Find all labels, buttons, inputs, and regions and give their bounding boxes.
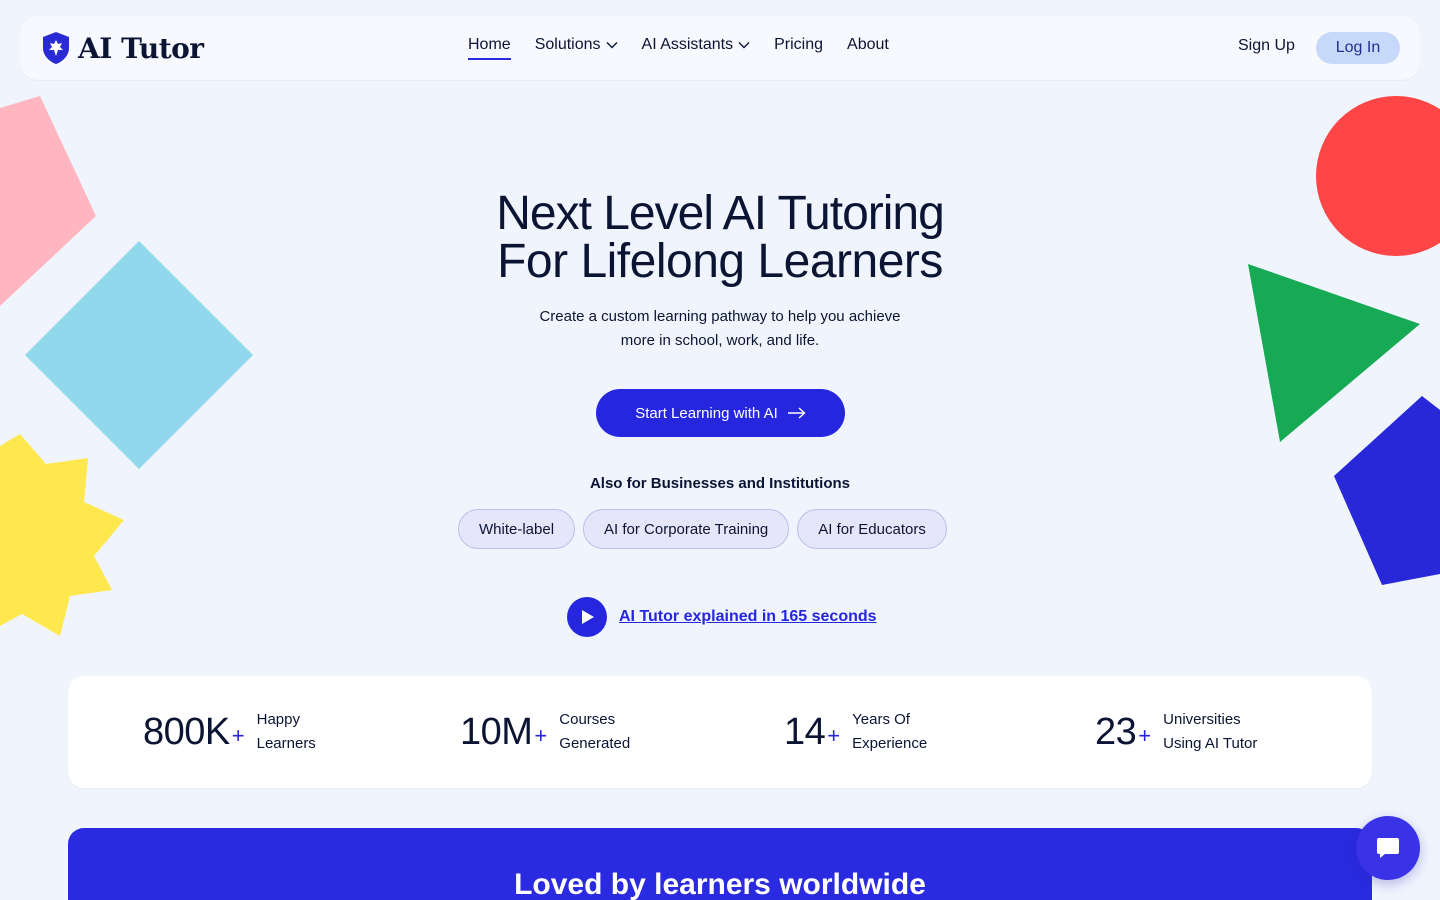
stat-label-line2: Generated <box>559 735 631 752</box>
hero-subtitle-line1: Create a custom learning pathway to help… <box>539 308 901 325</box>
nav-ai-assistants-label: AI Assistants <box>641 36 734 53</box>
stat-plus: + <box>231 723 245 748</box>
main-nav: Home Solutions AI Assistants Pricing Abo… <box>468 36 913 60</box>
audience-pills: White-label AI for Corporate Training AI… <box>458 509 955 549</box>
stat-label: Years Of Experience <box>852 708 927 756</box>
pill-educators[interactable]: AI for Educators <box>797 509 947 549</box>
nav-ai-assistants[interactable]: AI Assistants <box>642 36 751 54</box>
hero-subtitle-line2: more in school, work, and life. <box>620 332 820 349</box>
pill-corporate-training[interactable]: AI for Corporate Training <box>583 509 790 549</box>
logo-text: AI Tutor <box>78 31 204 65</box>
log-in-button[interactable]: Log In <box>1316 32 1400 64</box>
explainer-video-label[interactable]: AI Tutor explained in 165 seconds <box>619 608 877 626</box>
stat-label-line2: Experience <box>852 735 928 752</box>
hero-subtitle: Create a custom learning pathway to help… <box>500 305 940 353</box>
stat-value: 10M <box>460 710 533 753</box>
stat-label: Happy Learners <box>257 708 316 756</box>
businesses-heading: Also for Businesses and Institutions <box>589 475 851 492</box>
nav-about[interactable]: About <box>847 36 889 54</box>
testimonials-title: Loved by learners worldwide <box>514 868 926 900</box>
pill-white-label[interactable]: White-label <box>458 509 576 549</box>
chevron-down-icon <box>738 42 750 49</box>
nav-home[interactable]: Home <box>468 36 511 60</box>
stat-label-line1: Courses <box>559 711 616 728</box>
stat-label-line2: Using AI Tutor <box>1163 735 1258 752</box>
stat-value: 14 <box>784 710 826 753</box>
play-icon[interactable] <box>567 597 607 637</box>
stat-label-line1: Happy <box>256 711 300 728</box>
top-navbar: AI Tutor Home Solutions AI Assistants Pr… <box>20 16 1420 80</box>
nav-pricing[interactable]: Pricing <box>774 36 823 54</box>
nav-solutions[interactable]: Solutions <box>535 36 618 54</box>
testimonials-banner: Loved by learners worldwide <box>68 828 1372 900</box>
stat-courses: 10M + Courses Generated <box>460 708 630 756</box>
chat-widget-button[interactable] <box>1356 816 1420 880</box>
sign-up-link[interactable]: Sign Up <box>1238 37 1295 55</box>
start-learning-button[interactable]: Start Learning with AI <box>596 389 845 437</box>
stat-label: Universities Using AI Tutor <box>1163 708 1257 756</box>
stat-learners: 800K + Happy Learners <box>143 708 316 756</box>
shield-logo-icon <box>43 32 69 64</box>
chat-bubble-icon <box>1377 838 1399 858</box>
start-learning-label: Start Learning with AI <box>635 404 778 422</box>
stat-plus: + <box>1138 723 1152 748</box>
stat-plus: + <box>827 723 841 748</box>
explainer-video-link[interactable]: AI Tutor explained in 165 seconds <box>567 597 877 637</box>
hero-title-line2: For Lifelong Learners <box>497 235 943 288</box>
stat-value: 23 <box>1095 710 1137 753</box>
stat-value: 800K <box>143 710 230 753</box>
stat-label: Courses Generated <box>559 708 630 756</box>
nav-pricing-label: Pricing <box>774 36 824 53</box>
arrow-right-icon <box>787 407 806 419</box>
nav-solutions-label: Solutions <box>534 36 601 53</box>
nav-about-label: About <box>847 36 889 53</box>
stats-card: 800K + Happy Learners 10M + Courses Gene… <box>68 676 1372 788</box>
stat-universities: 23 + Universities Using AI Tutor <box>1095 708 1257 756</box>
logo[interactable]: AI Tutor <box>40 31 204 65</box>
stat-plus: + <box>534 723 548 748</box>
stat-years: 14 + Years Of Experience <box>784 708 927 756</box>
nav-home-label: Home <box>468 36 511 53</box>
yellow-star-shape <box>0 432 126 637</box>
hero-title-line1: Next Level AI Tutoring <box>496 187 945 240</box>
stat-label-line2: Learners <box>256 735 316 752</box>
stat-label-line1: Universities <box>1163 711 1241 728</box>
chevron-down-icon <box>606 42 618 49</box>
stat-label-line1: Years Of <box>852 711 910 728</box>
